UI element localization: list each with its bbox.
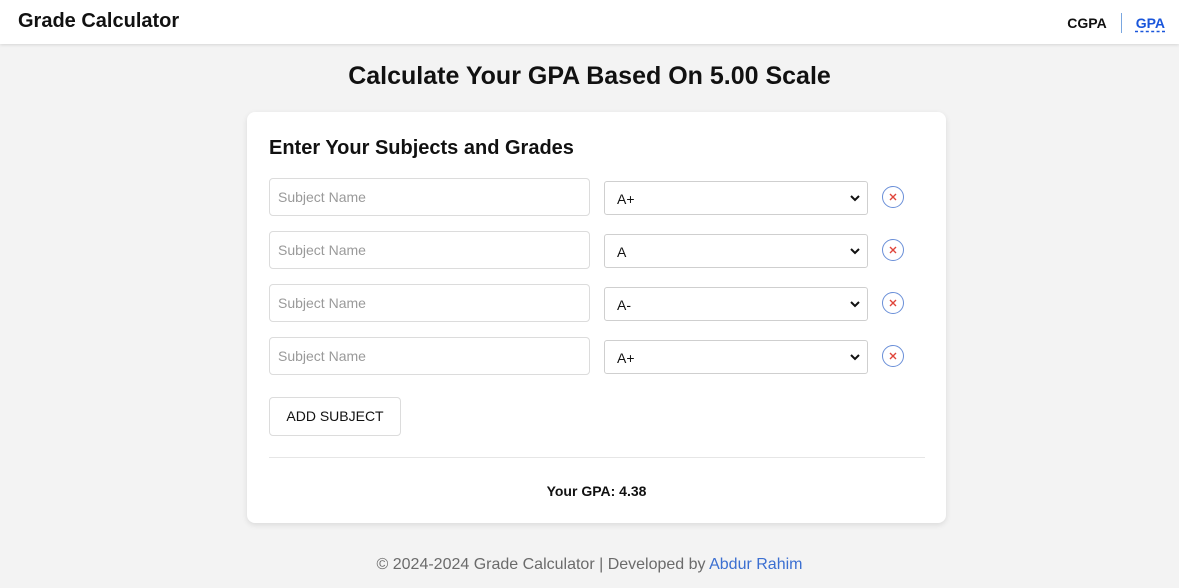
remove-subject-button[interactable] (882, 239, 904, 261)
subject-name-input[interactable] (269, 178, 590, 216)
grade-select-value: A- (617, 297, 631, 313)
nav-separator (1120, 13, 1122, 33)
grade-select-value: A (617, 244, 627, 260)
grade-select[interactable]: A (604, 234, 868, 268)
grade-select[interactable]: A+ (604, 181, 868, 215)
close-icon (889, 299, 897, 307)
remove-subject-button[interactable] (882, 186, 904, 208)
grade-select-value: A+ (617, 191, 635, 207)
brand-title[interactable]: Grade Calculator (18, 10, 179, 33)
subject-row: A+ (269, 337, 919, 375)
top-navbar: Grade Calculator CGPA GPA (0, 0, 1179, 44)
subject-row: A- (269, 284, 919, 322)
card-title: Enter Your Subjects and Grades (269, 137, 574, 159)
page-title: Calculate Your GPA Based On 5.00 Scale (348, 62, 831, 90)
close-icon (889, 246, 897, 254)
add-subject-button[interactable]: ADD SUBJECT (269, 397, 401, 436)
grade-select-value: A+ (617, 350, 635, 366)
chevron-down-icon (850, 248, 860, 255)
gpa-card: Enter Your Subjects and Grades A+ A A- (247, 112, 946, 523)
grade-select[interactable]: A+ (604, 340, 868, 374)
nav-link-gpa[interactable]: GPA (1136, 15, 1165, 31)
close-icon (889, 352, 897, 360)
nav-link-cgpa[interactable]: CGPA (1067, 15, 1106, 31)
chevron-down-icon (850, 301, 860, 308)
grade-select[interactable]: A- (604, 287, 868, 321)
remove-subject-button[interactable] (882, 292, 904, 314)
close-icon (889, 193, 897, 201)
footer-text: © 2024-2024 Grade Calculator | Developed… (376, 556, 710, 573)
nav-links: CGPA GPA (1067, 13, 1165, 33)
author-link[interactable]: Abdur Rahim (709, 556, 802, 573)
subject-name-input[interactable] (269, 337, 590, 375)
divider (269, 457, 925, 458)
footer: © 2024-2024 Grade Calculator | Developed… (0, 556, 1179, 574)
remove-subject-button[interactable] (882, 345, 904, 367)
chevron-down-icon (850, 195, 860, 202)
subject-row: A (269, 231, 919, 269)
chevron-down-icon (850, 354, 860, 361)
subject-name-input[interactable] (269, 284, 590, 322)
subject-name-input[interactable] (269, 231, 590, 269)
subject-row: A+ (269, 178, 919, 216)
gpa-result: Your GPA: 4.38 (546, 483, 647, 499)
